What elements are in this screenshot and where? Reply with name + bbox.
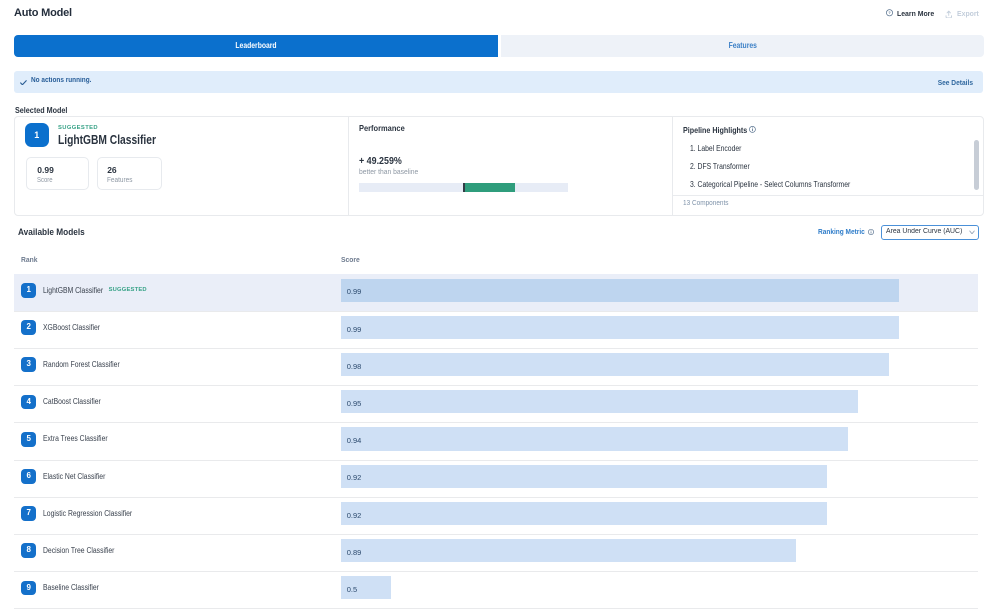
svg-text:?: ? — [888, 10, 891, 15]
